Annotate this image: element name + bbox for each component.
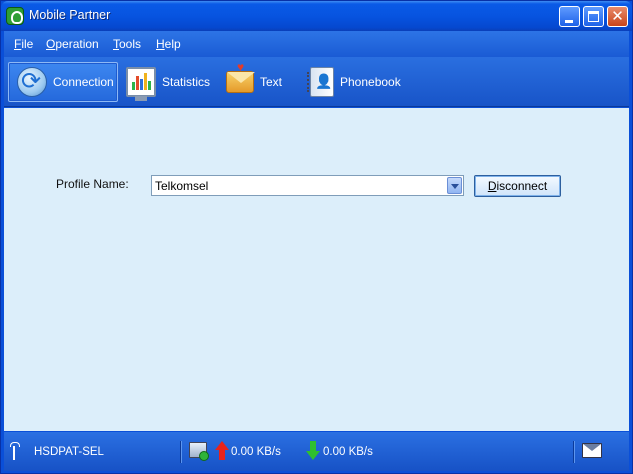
- tab-phonebook[interactable]: Phonebook: [302, 62, 412, 102]
- toolbar: Connection Statistics Text Phonebook: [4, 57, 629, 107]
- text-message-icon: [226, 60, 255, 93]
- upload-arrow-icon: [215, 441, 229, 461]
- upload-rate: 0.00 KB/s: [231, 446, 281, 458]
- tab-text[interactable]: Text: [218, 60, 302, 102]
- statistics-icon: [126, 67, 156, 101]
- menu-help[interactable]: Help: [156, 37, 181, 51]
- close-icon: ✕: [611, 7, 624, 25]
- window-title: Mobile Partner: [29, 8, 111, 22]
- profile-name-dropdown[interactable]: Telkomsel: [151, 175, 464, 196]
- download-rate: 0.00 KB/s: [323, 446, 373, 458]
- menu-operation[interactable]: Operation: [46, 37, 99, 51]
- chevron-down-icon[interactable]: [447, 177, 462, 194]
- maximize-icon: [588, 11, 599, 22]
- signal-antenna-icon: [10, 442, 20, 460]
- disconnect-button[interactable]: Disconnect: [474, 175, 561, 197]
- network-stats-icon[interactable]: [189, 442, 209, 461]
- status-separator: [180, 441, 182, 463]
- profile-name-label: Profile Name:: [56, 177, 129, 191]
- menu-file[interactable]: File: [14, 37, 33, 51]
- network-type: HSDPA: [34, 446, 73, 458]
- status-bar: HSDPA T-SEL 0.00 KB/s 0.00 KB/s: [4, 432, 629, 471]
- connection-icon: [17, 67, 47, 97]
- title-bar[interactable]: Mobile Partner ✕: [1, 1, 632, 31]
- close-button[interactable]: ✕: [607, 6, 628, 27]
- mail-icon[interactable]: [582, 443, 602, 458]
- maximize-button[interactable]: [583, 6, 604, 27]
- app-logo-icon[interactable]: [6, 7, 24, 25]
- tab-connection[interactable]: Connection: [8, 62, 118, 102]
- minimize-icon: [565, 20, 573, 23]
- download-arrow-icon: [306, 441, 320, 461]
- menu-tools[interactable]: Tools: [113, 37, 141, 51]
- status-separator: [573, 441, 575, 463]
- profile-name-value: Telkomsel: [155, 179, 209, 193]
- phonebook-icon: [307, 67, 334, 97]
- minimize-button[interactable]: [559, 6, 580, 27]
- tab-statistics[interactable]: Statistics: [118, 62, 218, 102]
- carrier-name: T-SEL: [72, 446, 104, 458]
- connection-panel: Profile Name: Telkomsel Disconnect: [4, 108, 629, 431]
- menu-bar: File Operation Tools Help: [4, 31, 629, 57]
- app-window: Mobile Partner ✕ File Operation Tools He…: [0, 0, 633, 474]
